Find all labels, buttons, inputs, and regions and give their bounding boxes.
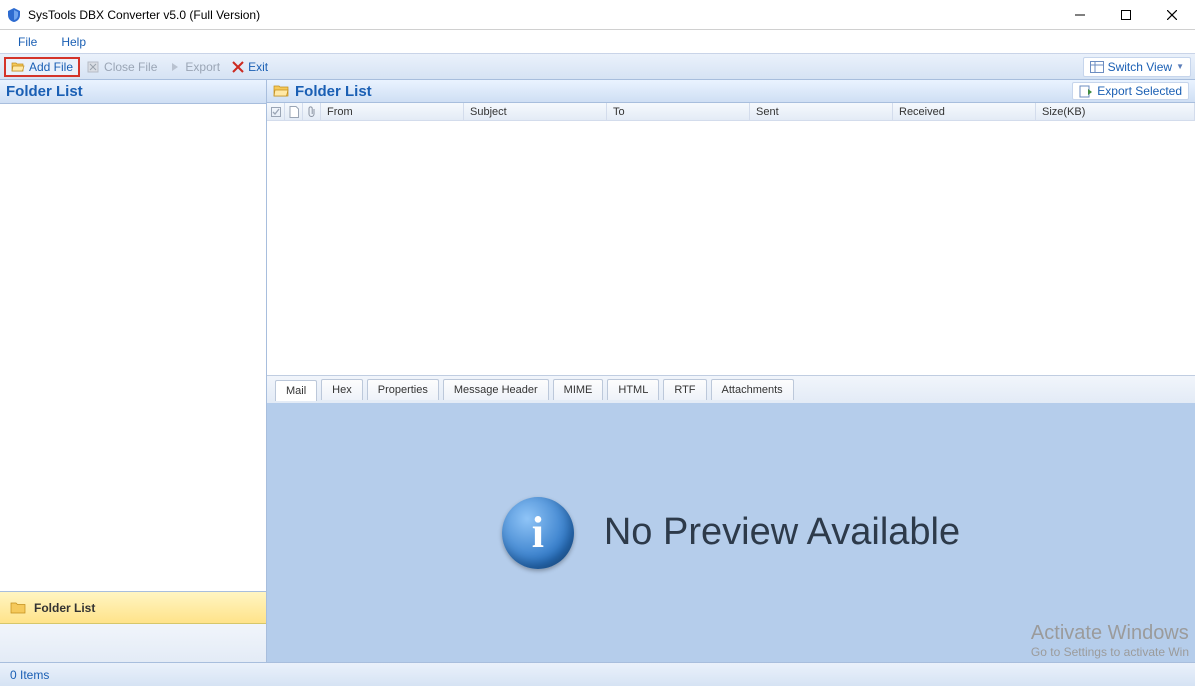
close-file-icon [86, 60, 100, 74]
tab-html[interactable]: HTML [607, 379, 659, 400]
checkbox-icon [271, 107, 281, 117]
sidebar-tab-folderlist[interactable]: Folder List [0, 592, 266, 624]
tab-mail[interactable]: Mail [275, 380, 317, 401]
app-icon [6, 7, 22, 23]
maximize-button[interactable] [1103, 0, 1149, 29]
folder-icon [10, 601, 26, 615]
info-icon: i [502, 497, 574, 569]
folder-tree[interactable] [0, 104, 266, 592]
chevron-down-icon: ▼ [1176, 62, 1184, 71]
sidebar-tab-label: Folder List [34, 601, 95, 615]
export-selected-button[interactable]: Export Selected [1072, 82, 1189, 100]
switch-view-button[interactable]: Switch View ▼ [1083, 57, 1191, 77]
window-title: SysTools DBX Converter v5.0 (Full Versio… [28, 8, 1057, 22]
tab-rtf[interactable]: RTF [663, 379, 706, 400]
exit-button[interactable]: Exit [226, 58, 274, 76]
tab-mime[interactable]: MIME [553, 379, 604, 400]
col-attachment-icon[interactable] [303, 103, 321, 120]
preview-tab-row: Mail Hex Properties Message Header MIME … [267, 375, 1195, 403]
col-subject[interactable]: Subject [464, 103, 607, 120]
switch-view-icon [1090, 61, 1104, 73]
sidebar-header: Folder List [0, 80, 266, 104]
col-checkbox[interactable] [267, 103, 285, 120]
toolbar: Add File Close File Export Exit Switch V… [0, 54, 1195, 80]
statusbar: 0 Items [0, 662, 1195, 686]
close-button[interactable] [1149, 0, 1195, 29]
right-pane: Folder List Export Selected From Subject… [267, 80, 1195, 662]
col-size[interactable]: Size(KB) [1036, 103, 1195, 120]
sidebar: Folder List Folder List [0, 80, 267, 662]
preview-body: i No Preview Available [267, 403, 1195, 662]
folder-open-icon [273, 84, 289, 98]
main-area: Folder List Folder List Folder List Expo… [0, 80, 1195, 662]
tab-properties[interactable]: Properties [367, 379, 439, 400]
export-selected-label: Export Selected [1097, 84, 1182, 98]
status-items: 0 Items [10, 668, 49, 682]
col-to[interactable]: To [607, 103, 750, 120]
list-header-title: Folder List [295, 83, 1066, 100]
paperclip-icon [307, 106, 317, 118]
grid-body[interactable] [267, 121, 1195, 375]
tab-hex[interactable]: Hex [321, 379, 363, 400]
col-item-icon[interactable] [285, 103, 303, 120]
minimize-icon [1075, 10, 1085, 20]
list-header: Folder List Export Selected [267, 80, 1195, 103]
col-from[interactable]: From [321, 103, 464, 120]
col-sent[interactable]: Sent [750, 103, 893, 120]
grid-header: From Subject To Sent Received Size(KB) [267, 103, 1195, 121]
export-icon [169, 61, 181, 73]
export-label: Export [185, 60, 220, 74]
exit-icon [232, 61, 244, 73]
close-file-label: Close File [104, 60, 157, 74]
exit-label: Exit [248, 60, 268, 74]
page-icon [289, 106, 299, 118]
menu-file[interactable]: File [10, 33, 45, 51]
tab-attachments[interactable]: Attachments [711, 379, 794, 400]
sidebar-tabs-rest [0, 624, 266, 662]
titlebar: SysTools DBX Converter v5.0 (Full Versio… [0, 0, 1195, 30]
minimize-button[interactable] [1057, 0, 1103, 29]
sidebar-navtabs: Folder List [0, 592, 266, 662]
menu-help[interactable]: Help [53, 33, 94, 51]
col-received[interactable]: Received [893, 103, 1036, 120]
add-file-button[interactable]: Add File [4, 57, 80, 77]
export-button[interactable]: Export [163, 58, 226, 76]
window-controls [1057, 0, 1195, 29]
add-file-label: Add File [29, 60, 73, 74]
export-selected-icon [1079, 84, 1093, 98]
switch-view-label: Switch View [1108, 60, 1172, 74]
close-icon [1167, 10, 1177, 20]
menubar: File Help [0, 30, 1195, 54]
close-file-button[interactable]: Close File [80, 58, 163, 76]
preview-message: No Preview Available [604, 511, 960, 554]
maximize-icon [1121, 10, 1131, 20]
tab-message-header[interactable]: Message Header [443, 379, 549, 400]
folder-open-icon [11, 60, 25, 74]
